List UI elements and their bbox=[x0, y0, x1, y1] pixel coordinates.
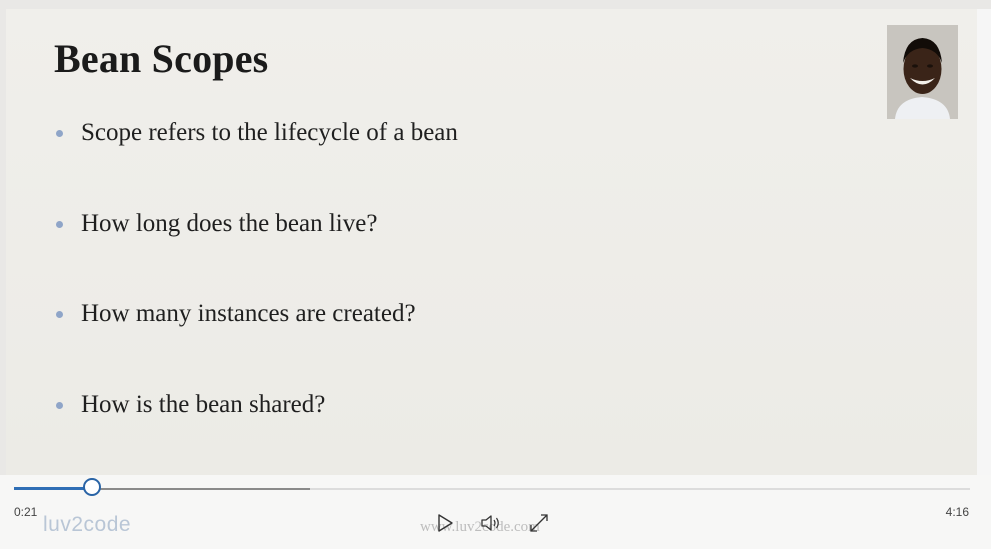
bullet-dot-icon bbox=[56, 311, 63, 318]
play-button[interactable] bbox=[434, 512, 456, 534]
play-icon bbox=[438, 514, 453, 532]
instructor-webcam bbox=[887, 25, 958, 119]
duration-time: 4:16 bbox=[945, 505, 969, 519]
seek-handle[interactable] bbox=[83, 478, 101, 496]
instructor-portrait-icon bbox=[887, 25, 958, 119]
fullscreen-button[interactable] bbox=[528, 512, 550, 534]
bullet-item: How is the bean shared? bbox=[54, 388, 458, 479]
presentation-slide: Bean Scopes Scope refers to the lifecycl… bbox=[6, 9, 977, 475]
bullet-text: Scope refers to the lifecycle of a bean bbox=[81, 119, 458, 146]
bullet-text: How long does the bean live? bbox=[81, 209, 378, 237]
bullet-list: Scope refers to the lifecycle of a bean … bbox=[54, 116, 458, 478]
played-bar bbox=[14, 487, 92, 490]
luv2code-logo: luv2code bbox=[43, 513, 132, 536]
bullet-text: How is the bean shared? bbox=[81, 390, 326, 418]
bullet-item: How long does the bean live? bbox=[54, 207, 458, 298]
bullet-item: How many instances are created? bbox=[54, 297, 458, 388]
bullet-dot-icon bbox=[56, 130, 63, 137]
bullet-text: How many instances are created? bbox=[81, 300, 416, 327]
current-time: 0:21 bbox=[14, 505, 38, 519]
video-player-controls: 0:21 4:16 luv2code www.luv2code.com bbox=[0, 475, 991, 549]
bullet-item: Scope refers to the lifecycle of a bean bbox=[54, 116, 458, 207]
bullet-dot-icon bbox=[56, 401, 63, 409]
volume-button[interactable] bbox=[480, 512, 502, 534]
slide-title: Bean Scopes bbox=[54, 36, 269, 81]
bullet-dot-icon bbox=[56, 220, 63, 228]
fullscreen-icon bbox=[530, 514, 548, 532]
volume-icon bbox=[481, 515, 499, 531]
right-edge-strip bbox=[977, 9, 991, 475]
